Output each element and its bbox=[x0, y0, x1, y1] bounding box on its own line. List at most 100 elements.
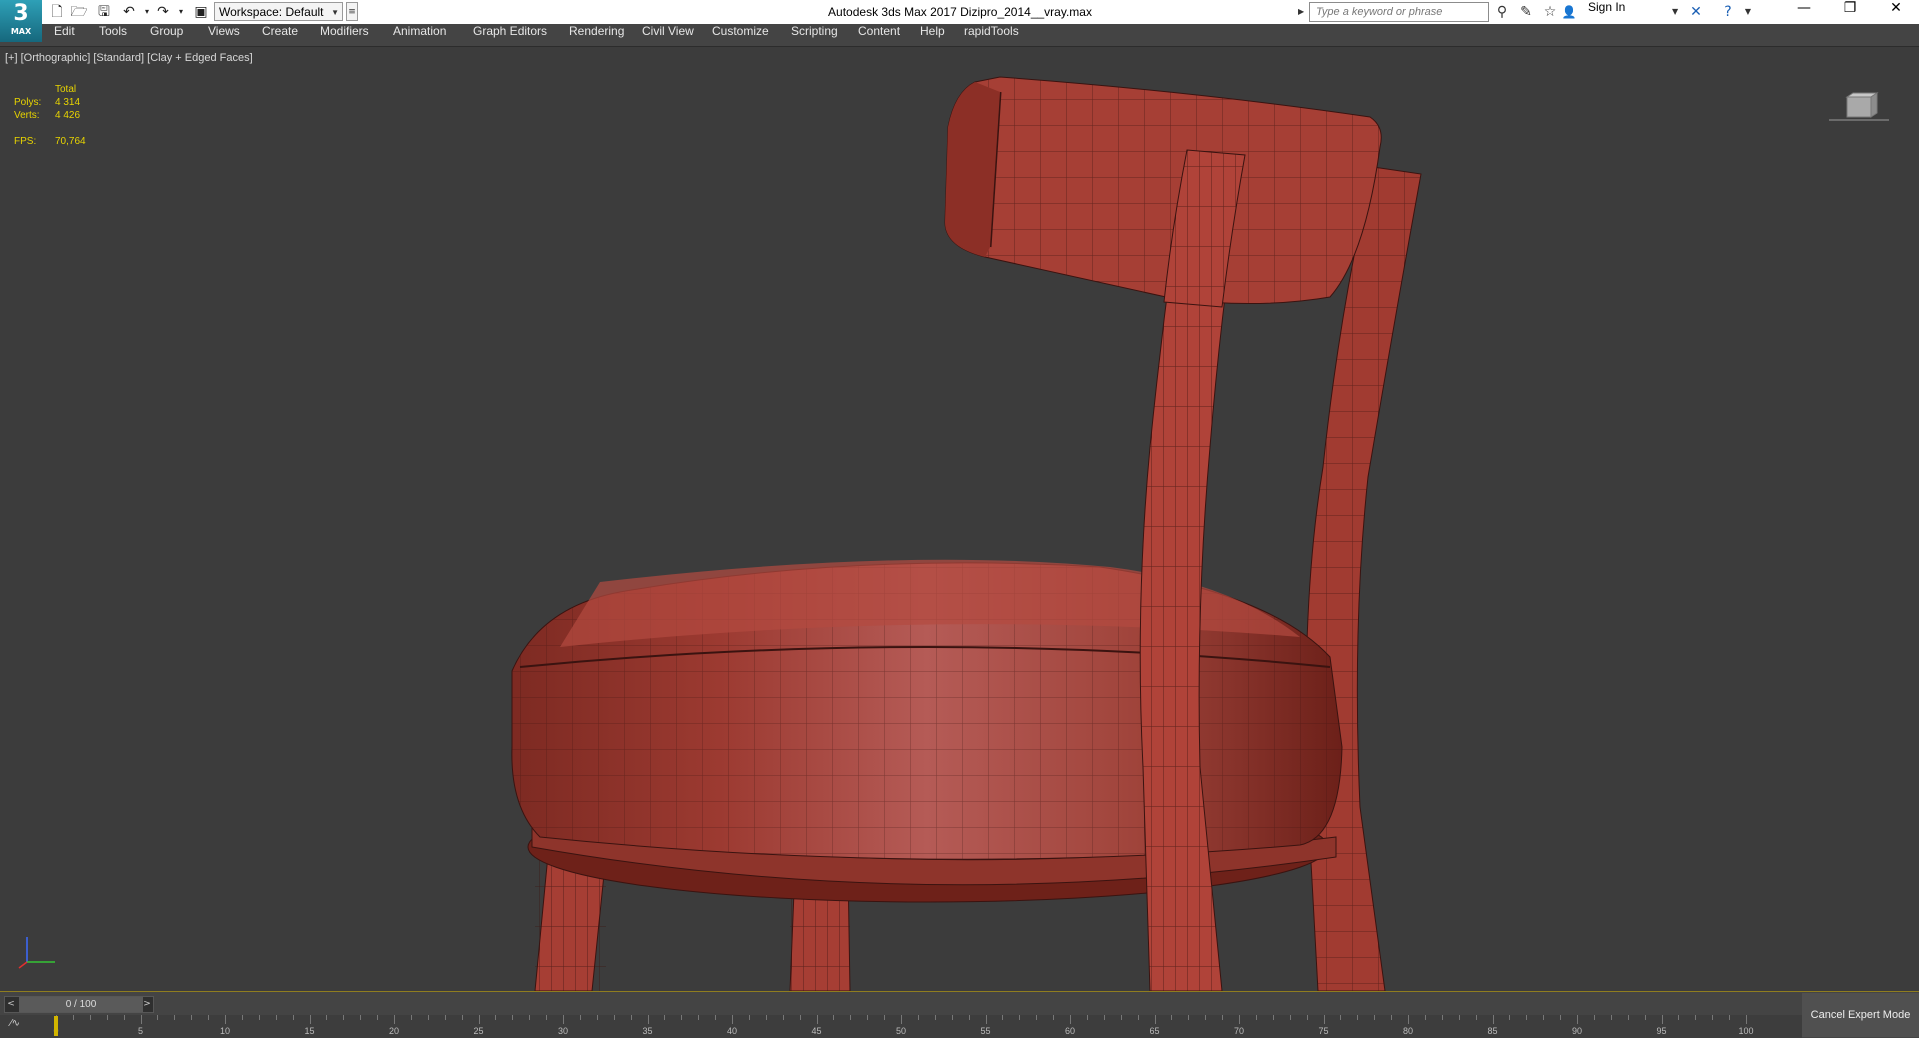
frame-tick-label: 70 bbox=[1233, 1026, 1245, 1036]
frame-tick bbox=[1560, 1015, 1562, 1020]
menu-graph-editors[interactable]: Graph Editors bbox=[473, 24, 547, 46]
workspace-dropdown[interactable]: Workspace: Default ▼ bbox=[214, 2, 343, 21]
menu-group[interactable]: Group bbox=[150, 24, 183, 46]
binoculars-icon[interactable]: ⚲ bbox=[1493, 3, 1511, 21]
frame-tick bbox=[1712, 1015, 1714, 1020]
frame-tick bbox=[1593, 1015, 1595, 1020]
frame-tick bbox=[1222, 1015, 1224, 1020]
user-icon: 👤 bbox=[1561, 5, 1577, 19]
frame-tick bbox=[833, 1015, 835, 1020]
exchange-apps-icon[interactable]: ✕ bbox=[1687, 3, 1705, 21]
viewcube-icon[interactable] bbox=[1829, 87, 1889, 127]
new-file-icon[interactable]: 🗋 bbox=[48, 3, 66, 21]
open-file-icon[interactable]: 🗁 bbox=[70, 3, 88, 21]
menu-tools[interactable]: Tools bbox=[99, 24, 127, 46]
frame-tick bbox=[529, 1015, 531, 1020]
mini-curve-editor-icon[interactable]: ⁄∿ bbox=[10, 1018, 32, 1034]
frame-tick bbox=[225, 1015, 226, 1024]
frame-tick bbox=[613, 1015, 615, 1020]
frame-tick bbox=[1137, 1015, 1139, 1020]
time-slider[interactable]: < 0 / 100 > bbox=[4, 996, 154, 1013]
frame-tick-label: 45 bbox=[811, 1026, 822, 1036]
frame-tick bbox=[1239, 1015, 1240, 1024]
frame-tick bbox=[174, 1015, 176, 1020]
frame-tick bbox=[884, 1015, 886, 1020]
help-dropdown-icon[interactable]: ▼ bbox=[1739, 3, 1757, 21]
time-cursor[interactable] bbox=[54, 1016, 58, 1036]
frame-tick-label: 20 bbox=[388, 1026, 400, 1036]
stats-verts-label: Verts: bbox=[14, 110, 40, 121]
frame-tick bbox=[951, 1015, 953, 1020]
frame-tick bbox=[1272, 1015, 1274, 1020]
title-bar: 3 MAX 🗋 🗁 🖫 ↶ ▾ ↷ ▾ ▣ Workspace: Default… bbox=[0, 0, 1919, 42]
stats-polys-label: Polys: bbox=[14, 97, 42, 108]
frame-tick bbox=[258, 1015, 260, 1020]
frame-tick bbox=[1610, 1015, 1612, 1020]
menu-civil-view[interactable]: Civil View bbox=[642, 24, 694, 46]
frame-tick-label: 85 bbox=[1487, 1026, 1498, 1036]
app-logo-number: 3 bbox=[13, 1, 29, 26]
frame-tick bbox=[630, 1015, 632, 1020]
frame-tick-label: 65 bbox=[1149, 1026, 1160, 1036]
next-frame-icon[interactable]: > bbox=[141, 997, 153, 1012]
menu-help[interactable]: Help bbox=[920, 24, 945, 46]
app-menu-button[interactable]: 3 MAX bbox=[0, 0, 42, 42]
frame-tick bbox=[72, 1015, 74, 1020]
menu-scripting[interactable]: Scripting bbox=[791, 24, 838, 46]
minimize-button[interactable]: — bbox=[1781, 0, 1827, 24]
favorites-star-icon[interactable]: ☆ bbox=[1541, 3, 1559, 21]
frame-tick bbox=[546, 1015, 548, 1020]
frame-tick bbox=[563, 1015, 564, 1024]
menu-modifiers[interactable]: Modifiers bbox=[320, 24, 369, 46]
frame-tick-label: 25 bbox=[473, 1026, 484, 1036]
menu-create[interactable]: Create bbox=[262, 24, 298, 46]
frame-tick bbox=[1661, 1015, 1663, 1024]
communication-center-icon[interactable]: ✎ bbox=[1517, 3, 1535, 21]
help-icon[interactable]: ? bbox=[1719, 3, 1737, 21]
frame-tick bbox=[1408, 1015, 1409, 1024]
frame-tick bbox=[1458, 1015, 1460, 1020]
viewport-label[interactable]: [+] [Orthographic] [Standard] [Clay + Ed… bbox=[5, 52, 253, 64]
frame-tick bbox=[123, 1015, 125, 1020]
frame-tick bbox=[1289, 1015, 1291, 1020]
redo-dropdown-icon[interactable]: ▾ bbox=[172, 3, 190, 21]
stats-fps-label: FPS: bbox=[14, 136, 37, 147]
menu-edit[interactable]: Edit bbox=[54, 24, 75, 46]
frame-tick bbox=[360, 1015, 362, 1020]
frame-tick bbox=[732, 1015, 733, 1024]
chevron-down-icon: ▼ bbox=[331, 8, 339, 17]
undo-icon[interactable]: ↶ bbox=[120, 3, 138, 21]
menu-animation[interactable]: Animation bbox=[393, 24, 446, 46]
frame-tick bbox=[1323, 1015, 1325, 1024]
redo-icon[interactable]: ↷ bbox=[154, 3, 172, 21]
menu-bar: Edit Tools Group Views Create Modifiers … bbox=[0, 24, 1919, 47]
restore-button[interactable]: ❐ bbox=[1827, 0, 1873, 24]
frame-tick bbox=[106, 1015, 108, 1020]
workspace-menu-button[interactable]: ≡ bbox=[346, 2, 358, 21]
frame-tick bbox=[1053, 1015, 1055, 1020]
frame-tick bbox=[444, 1015, 446, 1020]
sign-in-button[interactable]: Sign In bbox=[1588, 0, 1625, 24]
frame-tick bbox=[917, 1015, 919, 1020]
close-button[interactable]: ✕ bbox=[1873, 0, 1919, 24]
search-expand-icon[interactable]: ▶ bbox=[1298, 2, 1308, 22]
frame-tick bbox=[765, 1015, 767, 1020]
menu-rendering[interactable]: Rendering bbox=[569, 24, 624, 46]
menu-views[interactable]: Views bbox=[208, 24, 240, 46]
stats-fps-value: 70,764 bbox=[55, 136, 86, 147]
sign-in-dropdown-icon[interactable]: ▼ bbox=[1672, 0, 1678, 24]
previous-frame-icon[interactable]: < bbox=[5, 997, 17, 1012]
frame-tick bbox=[681, 1015, 683, 1020]
chair-seat-cushion bbox=[511, 559, 1343, 903]
save-icon[interactable]: 🖫 bbox=[95, 3, 113, 21]
cancel-expert-mode-button[interactable]: Cancel Expert Mode bbox=[1802, 993, 1919, 1037]
menu-content[interactable]: Content bbox=[858, 24, 900, 46]
frame-tick bbox=[157, 1015, 159, 1020]
viewport-perspective[interactable]: [+] [Orthographic] [Standard] [Clay + Ed… bbox=[0, 47, 1919, 991]
menu-rapidtools[interactable]: rapidTools bbox=[964, 24, 1019, 46]
frame-tick bbox=[1306, 1015, 1308, 1020]
time-slider-thumb[interactable]: 0 / 100 bbox=[19, 997, 143, 1012]
project-folder-icon[interactable]: ▣ bbox=[192, 3, 210, 21]
menu-customize[interactable]: Customize bbox=[712, 24, 769, 46]
search-input[interactable]: Type a keyword or phrase bbox=[1309, 2, 1489, 22]
